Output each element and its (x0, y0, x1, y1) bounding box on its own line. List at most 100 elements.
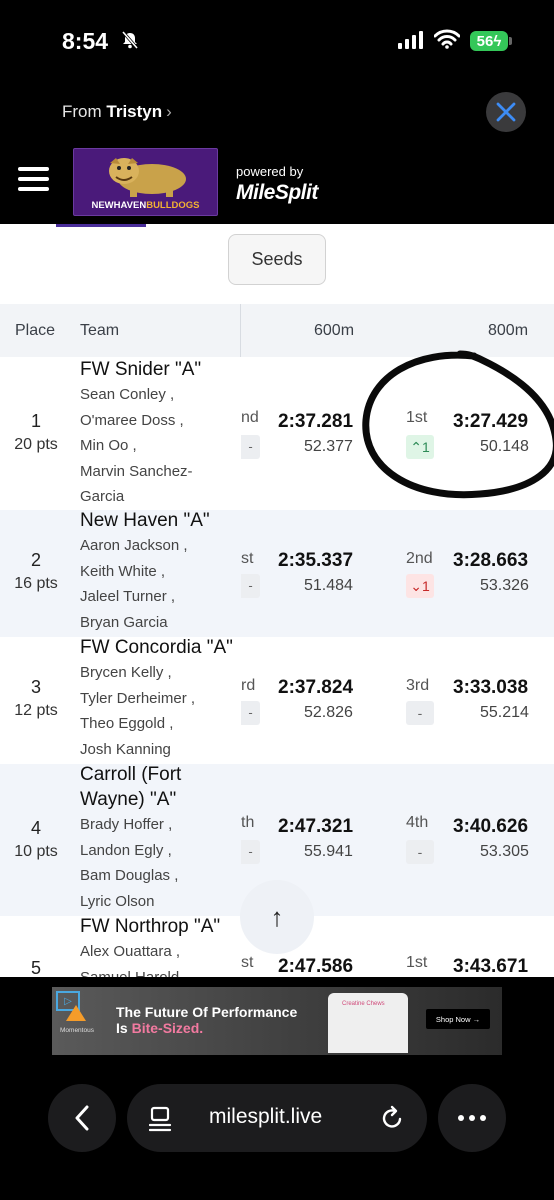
ad-headline-line-2: Is Bite-Sized. (116, 1020, 297, 1036)
runner-name[interactable]: Keith White , (80, 559, 238, 585)
chevron-left-icon (75, 1105, 89, 1131)
lap-split-600m: 55.941 (304, 843, 353, 860)
bulldog-mascot-icon (109, 158, 186, 197)
shared-from-label[interactable]: From Tristyn › (62, 102, 172, 122)
runner-name[interactable]: Theo Eggold , (80, 711, 238, 737)
scroll-to-top-button[interactable]: ↑ (240, 880, 314, 954)
ad-headline-line-1: The Future Of Performance (116, 1004, 298, 1020)
place-cell: 3 12 pts (0, 677, 72, 720)
split-place-800m: 4th (406, 814, 429, 831)
place-cell: 1 20 pts (0, 411, 72, 454)
position-change-badge: - (406, 701, 434, 725)
reload-icon[interactable] (381, 1105, 405, 1131)
col-header-team[interactable]: Team (80, 322, 119, 340)
position-change-badge: - (241, 840, 260, 864)
split-place-600m: st (241, 954, 254, 971)
split-time-600m: 2:37.281 (278, 411, 354, 432)
runner-name[interactable]: Sean Conley , (80, 382, 238, 408)
lap-split-600m: 52.826 (304, 704, 353, 721)
logo-text-newhaven: NEWHAVEN (91, 200, 147, 211)
hamburger-menu-icon[interactable] (18, 167, 49, 191)
ad-headline: The Future Of Performance Is Bite-Sized. (116, 1004, 297, 1036)
table-row[interactable]: 3 12 pts FW Concordia "A" Brycen Kelly ,… (0, 637, 554, 764)
app-header: NEWHAVENBULLDOGS powered by MileSplit (0, 144, 554, 224)
runner-name[interactable]: Alex Ouattara , (80, 939, 238, 965)
place-cell: 4 10 pts (0, 818, 72, 861)
split-time-800m: 3:33.038 (453, 677, 529, 698)
team-logo[interactable]: NEWHAVENBULLDOGS (73, 148, 218, 216)
back-button[interactable] (48, 1084, 116, 1152)
runner-name[interactable]: Tyler Derheimer , (80, 686, 238, 712)
page-menu-icon[interactable] (149, 1106, 173, 1132)
close-icon (496, 102, 516, 122)
col-header-place[interactable]: Place (15, 322, 55, 340)
position-change-badge: - (241, 435, 260, 459)
split-place-800m: 1st (406, 409, 428, 426)
team-name-continued[interactable]: Wayne) "A" (80, 787, 238, 812)
team-points: 16 pts (14, 575, 58, 592)
team-points: 12 pts (14, 702, 58, 719)
shared-from-bar[interactable]: From Tristyn › (0, 80, 554, 144)
col-header-600m[interactable]: 600m (314, 322, 354, 340)
table-row[interactable]: 2 16 pts New Haven "A" Aaron Jackson , K… (0, 510, 554, 637)
milesplit-logo[interactable]: MileSplit (236, 181, 318, 205)
wifi-icon (434, 29, 460, 49)
cellular-signal-icon (398, 31, 423, 49)
split-place-600m: th (241, 814, 255, 831)
more-options-button[interactable] (438, 1084, 506, 1152)
place-cell: 5 (0, 958, 72, 977)
lap-split-800m: 53.305 (480, 843, 529, 860)
runner-name[interactable]: Bam Douglas , (80, 863, 238, 889)
runner-name[interactable]: Jaleel Turner , (80, 584, 238, 610)
runner-name[interactable]: Brycen Kelly , (80, 660, 238, 686)
team-cell: Carroll (Fort Wayne) "A" Brady Hoffer , … (80, 762, 238, 914)
team-name[interactable]: FW Concordia "A" (80, 635, 238, 660)
sender-name: Tristyn (106, 102, 163, 121)
runner-name[interactable]: Marvin Sanchez- (80, 459, 238, 485)
address-bar[interactable]: milesplit.live (127, 1084, 427, 1152)
split-time-800m: 3:43.671 (453, 956, 529, 977)
runner-name[interactable]: Brady Hoffer , (80, 812, 238, 838)
runner-name[interactable]: Landon Egly , (80, 838, 238, 864)
split-place-600m: nd (241, 409, 259, 426)
close-button[interactable] (486, 92, 526, 132)
table-row[interactable]: 1 20 pts FW Snider "A" Sean Conley , O'm… (0, 357, 554, 510)
seeds-button[interactable]: Seeds (228, 234, 326, 285)
position-change-badge: ⌃1 (406, 435, 434, 459)
lap-split-800m: 55.214 (480, 704, 529, 721)
place-number: 5 (30, 958, 41, 977)
team-name[interactable]: FW Snider "A" (80, 357, 238, 382)
split-time-600m: 2:35.337 (278, 550, 354, 571)
logo-text-bulldogs: BULLDOGS (146, 200, 200, 211)
runner-name[interactable]: O'maree Doss , (80, 408, 238, 434)
runner-name[interactable]: Josh Kanning (80, 737, 238, 763)
runner-name[interactable]: Lyric Olson (80, 889, 238, 915)
split-time-600m: 2:47.586 (278, 956, 354, 977)
runner-name[interactable]: Samuel Harold (80, 965, 238, 978)
powered-by-label: powered by (236, 164, 304, 179)
ad-banner[interactable]: ▷ Momentous The Future Of Performance Is… (52, 987, 502, 1055)
split-time-800m: 3:28.663 (453, 550, 529, 571)
bell-muted-icon (121, 31, 139, 49)
team-cell: New Haven "A" Aaron Jackson , Keith Whit… (80, 508, 238, 635)
runner-name[interactable]: Bryan Garcia (80, 610, 238, 636)
url-text[interactable]: milesplit.live (209, 1105, 322, 1129)
battery-indicator: 56 ϟ (470, 31, 508, 51)
split-time-600m: 2:47.321 (278, 816, 354, 837)
team-name[interactable]: Carroll (Fort (80, 762, 238, 787)
position-change-badge: - (241, 574, 260, 598)
results-content[interactable]: Seeds Place Team 600m 800m 1 20 pts FW S… (0, 224, 554, 977)
lap-split-800m: 53.326 (480, 577, 529, 594)
shop-now-button[interactable]: Shop Now → (426, 1009, 490, 1029)
logo-wordmark: NEWHAVENBULLDOGS (74, 200, 217, 211)
ad-banner-area: ▷ Momentous The Future Of Performance Is… (0, 977, 554, 1062)
runner-name[interactable]: Garcia (80, 484, 238, 510)
col-header-800m[interactable]: 800m (488, 322, 528, 340)
runner-name[interactable]: Min Oo , (80, 433, 238, 459)
place-number: 4 (30, 818, 41, 838)
runner-name[interactable]: Aaron Jackson , (80, 533, 238, 559)
split-time-800m: 3:27.429 (453, 411, 529, 432)
team-name[interactable]: FW Northrop "A" (80, 914, 238, 939)
team-name[interactable]: New Haven "A" (80, 508, 238, 533)
battery-level: 56 (476, 32, 494, 50)
